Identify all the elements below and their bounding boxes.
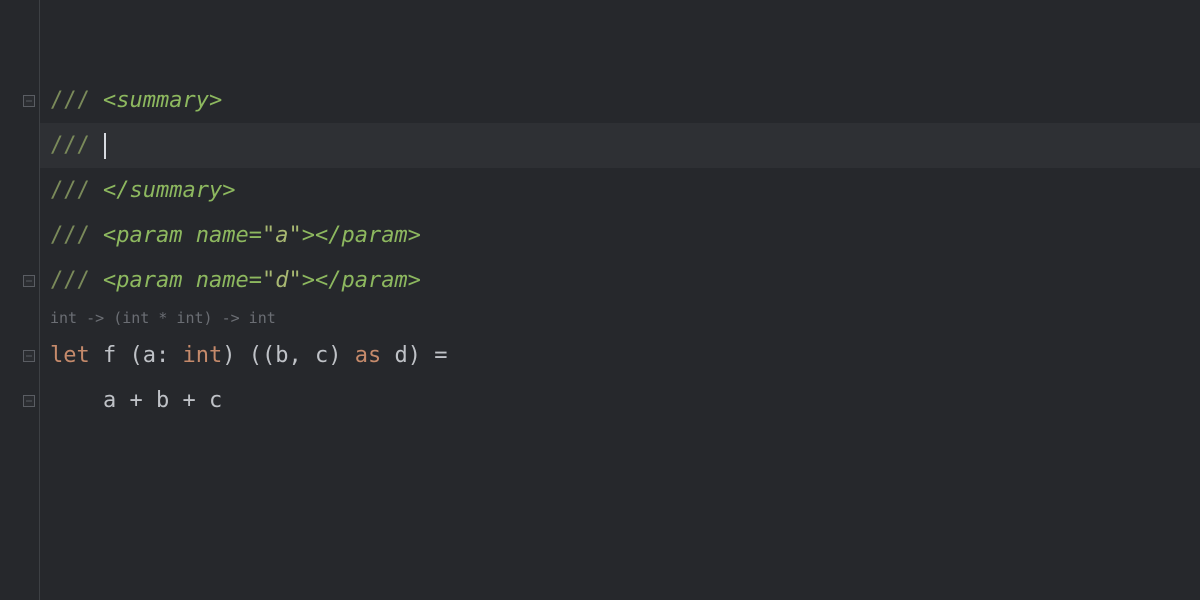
- space: [236, 343, 249, 368]
- indent: [50, 388, 103, 413]
- doc-comment-slashes: ///: [50, 133, 90, 158]
- space: [302, 343, 315, 368]
- code-area[interactable]: /// <summary> /// /// </summary> /// <pa…: [40, 0, 1200, 600]
- space: [90, 343, 103, 368]
- space: [90, 88, 103, 113]
- gutter-row: [0, 168, 40, 213]
- gutter: [0, 0, 40, 600]
- space: [182, 223, 195, 248]
- code-line[interactable]: let f (a: int) ((b, c) as d) =: [40, 333, 1200, 378]
- ident-a: a: [103, 388, 116, 413]
- paren-close: ): [222, 343, 235, 368]
- gutter-row: [0, 378, 40, 423]
- doc-comment-slashes: ///: [50, 223, 90, 248]
- code-editor[interactable]: /// <summary> /// /// </summary> /// <pa…: [0, 0, 1200, 600]
- comma: ,: [289, 343, 302, 368]
- space: [116, 343, 129, 368]
- type-int: int: [183, 343, 223, 368]
- doc-tag-param-open: <param: [103, 223, 182, 248]
- param-a: a: [143, 343, 156, 368]
- fold-marker-icon[interactable]: [23, 395, 35, 407]
- code-line[interactable]: a + b + c: [40, 378, 1200, 423]
- code-line[interactable]: /// </summary>: [40, 168, 1200, 213]
- gutter-row: [0, 123, 40, 168]
- space: [342, 343, 355, 368]
- doc-comment-slashes: ///: [50, 268, 90, 293]
- gutter-row: [0, 78, 40, 123]
- paren-close: ): [328, 343, 341, 368]
- doc-comment-slashes: ///: [50, 88, 90, 113]
- doc-attr-name: name: [196, 268, 249, 293]
- space: [196, 388, 209, 413]
- gutter-row: [0, 303, 40, 333]
- doc-attr-value: "a": [262, 223, 302, 248]
- fold-marker-icon[interactable]: [23, 95, 35, 107]
- paren-open: (: [130, 343, 143, 368]
- space: [116, 388, 129, 413]
- code-line[interactable]: /// <param name="d"></param>: [40, 258, 1200, 303]
- space: [169, 343, 182, 368]
- doc-tag-param-close: ></param>: [302, 223, 421, 248]
- code-line[interactable]: /// <param name="a"></param>: [40, 213, 1200, 258]
- gutter-row: [0, 333, 40, 378]
- doc-tag-param-open: <param: [103, 268, 182, 293]
- param-c: c: [315, 343, 328, 368]
- space: [90, 178, 103, 203]
- space: [90, 223, 103, 248]
- ident-b: b: [156, 388, 169, 413]
- space: [421, 343, 434, 368]
- param-b: b: [275, 343, 288, 368]
- plus-operator: +: [182, 388, 195, 413]
- equals: =: [249, 223, 262, 248]
- equals: =: [249, 268, 262, 293]
- doc-attr-name: name: [196, 223, 249, 248]
- gutter-row: [0, 258, 40, 303]
- paren-open: (: [249, 343, 262, 368]
- space: [143, 388, 156, 413]
- equals-operator: =: [434, 343, 447, 368]
- space: [169, 388, 182, 413]
- colon: :: [156, 343, 169, 368]
- doc-tag-summary-close: </summary>: [103, 178, 235, 203]
- paren-close: ): [408, 343, 421, 368]
- fold-marker-icon[interactable]: [23, 275, 35, 287]
- space: [90, 133, 103, 158]
- code-line[interactable]: /// <summary>: [40, 78, 1200, 123]
- gutter-row: [0, 213, 40, 258]
- param-d: d: [395, 343, 408, 368]
- fold-marker-icon[interactable]: [23, 350, 35, 362]
- space: [90, 268, 103, 293]
- paren-open: (: [262, 343, 275, 368]
- doc-comment-slashes: ///: [50, 178, 90, 203]
- space: [182, 268, 195, 293]
- code-line-active[interactable]: ///: [40, 123, 1200, 168]
- plus-operator: +: [129, 388, 142, 413]
- inlay-hint-type-signature: int -> (int * int) -> int: [40, 303, 1200, 333]
- doc-tag-summary-open: <summary>: [103, 88, 222, 113]
- keyword-let: let: [50, 343, 90, 368]
- ident-c: c: [209, 388, 222, 413]
- keyword-as: as: [355, 343, 382, 368]
- type-signature-text: int -> (int * int) -> int: [50, 309, 276, 327]
- text-cursor: [104, 133, 106, 159]
- space: [381, 343, 394, 368]
- doc-tag-param-close: ></param>: [302, 268, 421, 293]
- doc-attr-value: "d": [262, 268, 302, 293]
- function-name: f: [103, 343, 116, 368]
